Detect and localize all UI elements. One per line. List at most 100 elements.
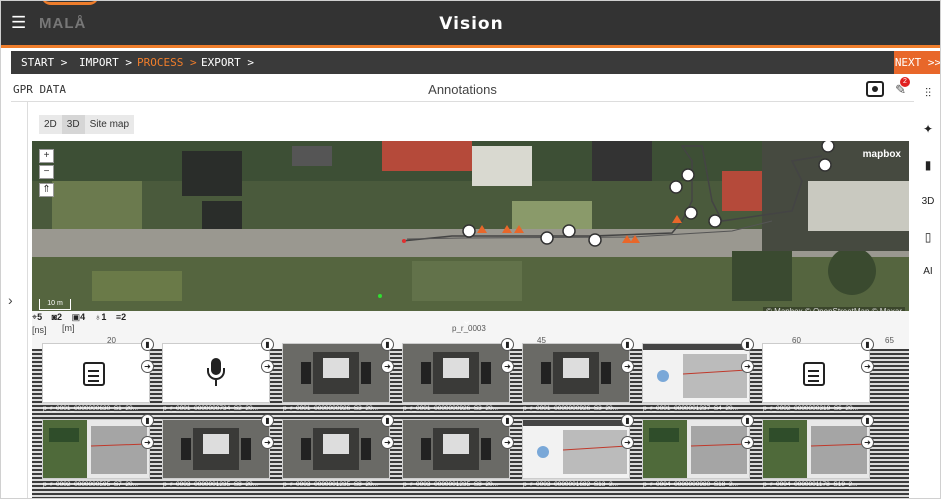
annotation-thumbnail[interactable]: ▮ ➜ p_r_0004_0000001178_S19_2... <box>762 414 874 488</box>
map-scale: 10 m <box>39 299 71 310</box>
go-to-icon[interactable]: ➜ <box>141 436 154 449</box>
delete-icon[interactable]: ▮ <box>261 338 274 351</box>
go-to-icon[interactable]: ➜ <box>141 360 154 373</box>
delete-icon[interactable]: ▮ <box>861 414 874 427</box>
vehicle-photo <box>403 344 509 402</box>
compass-button[interactable]: ⇑ <box>39 183 54 197</box>
photo-count: ▣4 <box>71 312 86 322</box>
notification-badge: 2 <box>900 77 910 87</box>
screenshot-image <box>523 420 629 478</box>
vehicle-photo <box>283 420 389 478</box>
thumbnail-caption: p_r_0003_0000001235_S8_20... <box>403 481 499 488</box>
vehicle-photo <box>283 344 389 402</box>
delete-icon[interactable]: ▮ <box>741 338 754 351</box>
map-canvas <box>32 141 909 319</box>
go-to-icon[interactable]: ➜ <box>741 360 754 373</box>
go-to-icon[interactable]: ➜ <box>861 436 874 449</box>
zoom-out-button[interactable]: − <box>39 165 54 179</box>
delete-icon[interactable]: ▮ <box>501 414 514 427</box>
thumbnail-caption: p_r_0001_0000000734_S2_20... <box>163 405 259 412</box>
nav-import[interactable]: IMPORT > <box>79 56 132 69</box>
go-to-icon[interactable]: ➜ <box>741 436 754 449</box>
thumbnail-caption: p_r_0003_0000001235_S8_20... <box>163 481 259 488</box>
sub-header: GPR DATA Annotations ✎ 2 <box>11 76 914 102</box>
tab-site-map[interactable]: Site map <box>84 115 135 134</box>
delete-icon[interactable]: ▮ <box>861 338 874 351</box>
delete-icon[interactable]: ▮ <box>141 338 154 351</box>
thumbnail-caption: p_r_0004_0000001178_S19_2... <box>763 481 858 488</box>
annotation-thumbnail[interactable]: ▮ ➜ p_r_0003_0000001235_S8_20... <box>162 414 274 488</box>
app-window: ☰ MALÅ Vision START > IMPORT > PROCESS >… <box>0 0 941 499</box>
thumbnail-caption: p_r_0001_0000000926_S3_20... <box>283 405 379 412</box>
go-to-icon[interactable]: ➜ <box>261 436 274 449</box>
delete-icon[interactable]: ▮ <box>261 414 274 427</box>
note-count-value: 2 <box>121 312 127 322</box>
annotation-thumbnail[interactable]: ▮ ➜ p_r_0001_0000001237_S4_20... <box>642 338 754 412</box>
annotation-thumbnail[interactable]: ▮ ➜ p_r_0003_0000001235_S8_20... <box>402 414 514 488</box>
mic-stand <box>207 368 225 380</box>
annotation-thumbnail[interactable]: ▮ ➜ p_r_0001_0000000926_S3_20... <box>402 338 514 412</box>
thumbnail-caption: p_r_0001_0000000926_S3_20... <box>403 405 499 412</box>
delete-icon[interactable]: ▮ <box>501 338 514 351</box>
go-to-icon[interactable]: ➜ <box>621 360 634 373</box>
go-to-icon[interactable]: ➜ <box>381 436 394 449</box>
go-to-icon[interactable]: ➜ <box>501 360 514 373</box>
annotation-thumbnail[interactable]: ▮ ➜ p_r_0001_0000000926_S3_20... <box>522 338 634 412</box>
thumbnail-caption: p_r_0001_0000000630_S1_20... <box>43 405 139 412</box>
delete-icon[interactable]: ▮ <box>381 414 394 427</box>
map-screenshot-image <box>763 420 869 478</box>
right-toolbar: ⫶⫶ ✦ ▮ 3D ▯ AI <box>914 76 940 498</box>
annotation-thumbnail[interactable]: ▮ ➜ p_r_0002_0000000319_S6_20... <box>762 338 874 412</box>
go-to-icon[interactable]: ➜ <box>501 436 514 449</box>
note-icon <box>83 362 105 386</box>
note-count: ≡2 <box>115 312 127 322</box>
annotation-thumbnail[interactable]: ▮ ➜ p_r_0003_0000001682_S13_2... <box>522 414 634 488</box>
thumbnail-caption: p_r_0002_0000000319_S6_20... <box>763 405 859 412</box>
chevron-right-icon[interactable]: › <box>8 292 13 308</box>
nav-export[interactable]: EXPORT > <box>201 56 254 69</box>
delete-icon[interactable]: ▮ <box>621 414 634 427</box>
vehicle-photo <box>403 420 509 478</box>
annotation-thumbnail[interactable]: ▮ ➜ p_r_0001_0000000734_S2_20... <box>162 338 274 412</box>
vehicle-photo <box>523 344 629 402</box>
nav-start[interactable]: START > <box>21 56 67 69</box>
3d-tool[interactable]: 3D <box>914 196 940 207</box>
go-to-icon[interactable]: ➜ <box>261 360 274 373</box>
annotation-thumbnail[interactable]: ▮ ➜ p_r_0004_0000000980_S18_2... <box>642 414 754 488</box>
mic-count: ♁1 <box>94 312 107 322</box>
next-button[interactable]: NEXT >> <box>894 51 940 74</box>
map-icon[interactable]: ▯ <box>914 230 940 244</box>
unit-m-label: [m] <box>62 323 75 333</box>
tab-3d[interactable]: 3D <box>61 115 85 134</box>
thumbnail-caption: p_r_0003_0000001235_S8_20... <box>283 481 379 488</box>
vehicle-photo <box>163 420 269 478</box>
sliders-icon[interactable]: ⫶⫶ <box>914 86 940 101</box>
delete-icon[interactable]: ▮ <box>141 414 154 427</box>
go-to-icon[interactable]: ➜ <box>621 436 634 449</box>
satellite-map[interactable]: + − ⇑ mapbox 10 m © Mapbox © OpenStreetM… <box>32 141 909 319</box>
mapbox-logo: mapbox <box>862 149 901 160</box>
delete-icon[interactable]: ▮ <box>381 338 394 351</box>
delete-icon[interactable]: ▮ <box>741 414 754 427</box>
pin-icon[interactable]: ✦ <box>914 122 940 136</box>
delete-icon[interactable]: ▮ <box>621 338 634 351</box>
workflow-nav: START > IMPORT > PROCESS > EXPORT > NEXT… <box>11 51 940 74</box>
screenshot-icon[interactable] <box>866 81 884 97</box>
map-screenshot-image <box>643 420 749 478</box>
camera-count: ◙2 <box>51 312 63 322</box>
chart-icon[interactable]: ▮ <box>914 158 940 172</box>
zoom-in-button[interactable]: + <box>39 149 54 163</box>
annotation-thumbnail[interactable]: ▮ ➜ p_r_0001_0000000630_S1_20... <box>42 338 154 412</box>
tab-2d[interactable]: 2D <box>39 115 62 134</box>
mic-base <box>215 380 217 386</box>
go-to-icon[interactable]: ➜ <box>861 360 874 373</box>
annotation-thumbnail[interactable]: ▮ ➜ p_r_0001_0000000926_S3_20... <box>282 338 394 412</box>
annotation-thumbnail[interactable]: ▮ ➜ p_r_0003_0000001235_S8_20... <box>282 414 394 488</box>
target-count-value: 5 <box>37 312 43 322</box>
track-name: p_r_0003 <box>452 324 486 333</box>
nav-process[interactable]: PROCESS > <box>137 56 197 69</box>
ai-tool[interactable]: AI <box>914 266 940 277</box>
go-to-icon[interactable]: ➜ <box>381 360 394 373</box>
tick-label: 65 <box>885 336 894 345</box>
annotation-thumbnail[interactable]: ▮ ➜ p_r_0002_0000000595_S7_20... <box>42 414 154 488</box>
